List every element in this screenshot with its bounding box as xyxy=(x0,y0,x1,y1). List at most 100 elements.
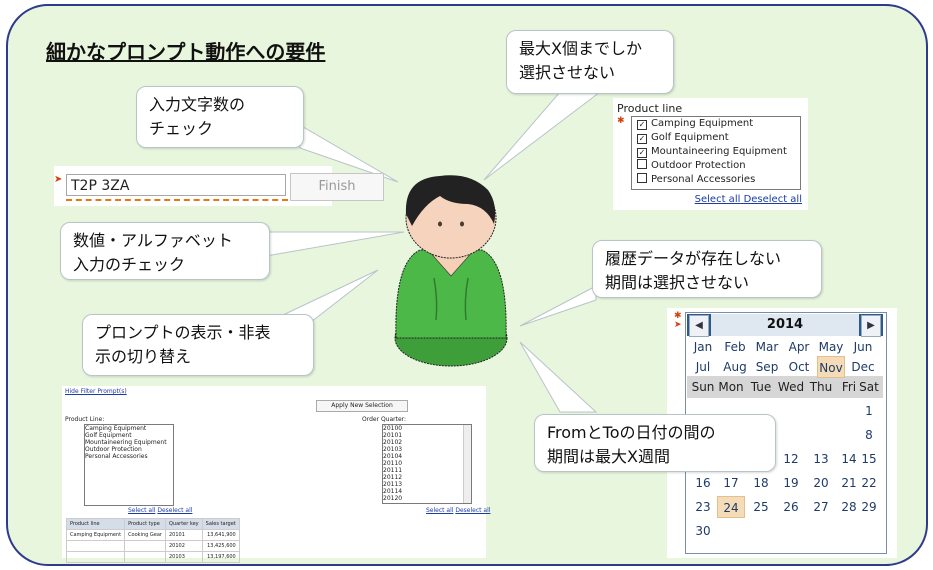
deselect-all-link[interactable]: Deselect all xyxy=(157,507,192,514)
day-cell[interactable]: 29 xyxy=(855,496,883,518)
day-cell[interactable]: 23 xyxy=(689,496,717,518)
list-item[interactable]: Outdoor Protection xyxy=(632,159,800,173)
list-item[interactable]: ✓ Camping Equipment xyxy=(632,117,800,131)
validation-underline xyxy=(66,199,288,201)
month-cell[interactable]: Nov xyxy=(817,356,845,378)
checkbox-unchecked-icon[interactable] xyxy=(637,159,647,169)
day-cell[interactable]: 17 xyxy=(717,472,745,494)
month-cell[interactable]: May xyxy=(817,336,845,358)
callout-tail-max xyxy=(483,91,602,181)
deselect-all-link[interactable]: Deselect all xyxy=(455,507,490,514)
select-all-link[interactable]: Select all xyxy=(426,507,453,514)
finish-button[interactable]: Finish xyxy=(290,173,384,201)
callout-line: 最大X個までしか xyxy=(519,39,642,58)
list-item[interactable]: 20102 xyxy=(383,439,471,446)
results-table: Product line Product type Quarter key Sa… xyxy=(65,518,240,563)
month-cell[interactable]: Aug xyxy=(721,356,749,378)
hide-filter-link[interactable]: Hide Filter Prompt(s) xyxy=(65,388,127,395)
day-cell[interactable]: 13 xyxy=(807,448,835,470)
select-all-link[interactable]: Select all xyxy=(128,507,155,514)
list-item-label: Outdoor Protection xyxy=(651,160,746,171)
callout-line: 選択させない xyxy=(519,63,616,82)
required-asterisk-icon: ✱ xyxy=(617,116,625,126)
list-item[interactable]: Personal Accessories xyxy=(85,453,173,460)
callout-tail-daterange xyxy=(519,341,598,413)
day-cell[interactable]: 27 xyxy=(807,496,835,518)
checkbox-prompt-screenshot: Product line ✱ ✓ Camping Equipment ✓ Golf … xyxy=(613,98,808,210)
day-cell[interactable]: 18 xyxy=(747,472,775,494)
select-all-link[interactable]: Select all xyxy=(695,194,741,205)
postal-code-input[interactable]: T2P 3ZA xyxy=(66,174,286,196)
list-item[interactable]: 20103 xyxy=(383,446,471,453)
list-item[interactable]: 20104 xyxy=(383,453,471,460)
list-item[interactable]: Mountaineering Equipment xyxy=(85,439,173,446)
list-item-label: Mountaineering Equipment xyxy=(651,146,787,157)
list-item-label: Personal Accessories xyxy=(651,174,756,185)
column-header: Quarter key xyxy=(164,518,203,530)
day-cell[interactable]: 26 xyxy=(777,496,805,518)
checkbox-checked-icon[interactable]: ✓ xyxy=(637,134,647,144)
month-cell[interactable]: Oct xyxy=(785,356,813,378)
scrollbar[interactable] xyxy=(463,425,471,503)
day-cell[interactable]: 15 xyxy=(855,448,883,470)
list-item[interactable]: 20113 xyxy=(383,481,471,488)
apply-selection-button[interactable]: Apply New Selection xyxy=(316,400,408,412)
callout-line: プロンプトの表示・非表 xyxy=(95,323,271,342)
month-cell[interactable]: Jun xyxy=(849,336,877,358)
table-cell: 20102 xyxy=(164,540,203,552)
list-item[interactable]: 20110 xyxy=(383,460,471,467)
list-item[interactable]: Camping Equipment xyxy=(85,425,173,432)
table-cell xyxy=(124,540,166,552)
month-cell[interactable]: Apr xyxy=(785,336,813,358)
weekday-header: Mon xyxy=(718,380,744,394)
day-cell[interactable]: 19 xyxy=(777,472,805,494)
deselect-all-link[interactable]: Deselect all xyxy=(744,194,802,205)
day-cell[interactable]: 22 xyxy=(855,472,883,494)
required-arrow-icon: ➤ xyxy=(54,174,63,185)
month-cell[interactable]: Jul xyxy=(689,356,717,378)
callout-line: 示の切り替え xyxy=(95,347,192,366)
list-item[interactable]: 20101 xyxy=(383,432,471,439)
day-cell[interactable]: 8 xyxy=(855,424,883,446)
list-item[interactable]: ✓ Golf Equipment xyxy=(632,131,800,145)
day-cell[interactable]: 25 xyxy=(747,496,775,518)
day-cell[interactable]: 20 xyxy=(807,472,835,494)
checkbox-checked-icon[interactable]: ✓ xyxy=(637,148,647,158)
list-item[interactable]: ✓ Mountaineering Equipment xyxy=(632,145,800,159)
list-item[interactable]: Personal Accessories xyxy=(632,173,800,187)
list-item[interactable]: Outdoor Protection xyxy=(85,446,173,453)
checkbox-unchecked-icon[interactable] xyxy=(637,173,647,183)
weekday-header: Tue xyxy=(750,380,772,394)
list-item[interactable]: 20112 xyxy=(383,474,471,481)
day-cell[interactable]: 12 xyxy=(777,448,805,470)
product-line-select-links: Select all Deselect all xyxy=(128,507,192,514)
table-cell xyxy=(65,540,126,552)
product-line-listbox[interactable]: Camping Equipment Golf Equipment Mountai… xyxy=(84,424,174,506)
chevron-left-icon[interactable]: ◀ xyxy=(689,315,709,337)
day-cell[interactable]: 30 xyxy=(689,520,717,542)
chevron-right-icon[interactable]: ▶ xyxy=(861,315,881,337)
list-item[interactable]: 20120 xyxy=(383,495,471,502)
day-cell[interactable]: 24 xyxy=(717,496,745,518)
table-cell xyxy=(124,551,166,563)
required-asterisk-icon: ✱ ➤ xyxy=(674,311,682,330)
month-cell[interactable]: Dec xyxy=(849,356,877,378)
month-cell[interactable]: Sep xyxy=(753,356,781,378)
list-item-label: Camping Equipment xyxy=(651,118,754,129)
checkbox-checked-icon[interactable]: ✓ xyxy=(637,120,647,130)
list-item[interactable]: 20111 xyxy=(383,467,471,474)
order-quarter-listbox[interactable]: 20100 20101 20102 20103 20104 20110 20111 20112… xyxy=(382,424,472,504)
day-cell[interactable]: 16 xyxy=(689,472,717,494)
callout-toggle-display: プロンプトの表示・非表 示の切り替え xyxy=(82,314,314,376)
month-cell[interactable]: Mar xyxy=(753,336,781,358)
report-prompt-screenshot: Hide Filter Prompt(s) Apply New Selectio… xyxy=(62,386,490,563)
day-cell[interactable]: 1 xyxy=(855,400,883,422)
callout-date-range: FromとToの日付の間の 期間は最大X週間 xyxy=(534,414,776,472)
list-item[interactable]: 20100 xyxy=(383,425,471,432)
table-row: Camping Equipment Cooking Gear 20101 13,… xyxy=(65,529,240,541)
month-cell[interactable]: Feb xyxy=(721,336,749,358)
list-item[interactable]: 20114 xyxy=(383,488,471,495)
column-header: Product type xyxy=(124,518,166,530)
list-item[interactable]: Golf Equipment xyxy=(85,432,173,439)
month-cell[interactable]: Jan xyxy=(689,336,717,358)
